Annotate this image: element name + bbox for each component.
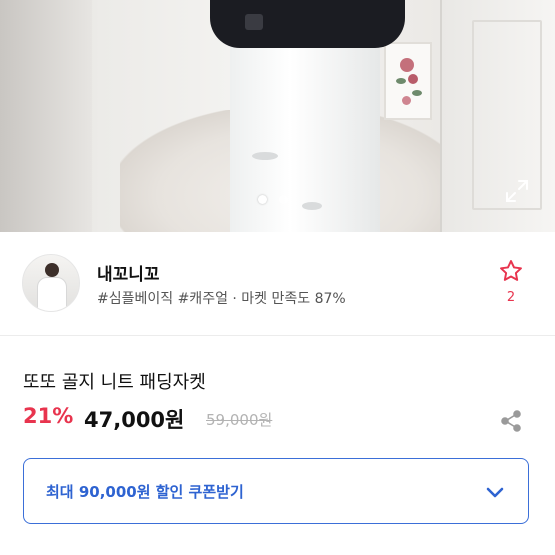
share-icon[interactable]: [498, 408, 524, 434]
photo-background: [0, 0, 92, 232]
chevron-down-icon: [482, 479, 508, 505]
wish-count: 2: [506, 290, 516, 305]
carousel-dot[interactable]: [279, 195, 288, 204]
photo-jacket-detail: [245, 14, 263, 30]
carousel-dot-active[interactable]: [258, 195, 267, 204]
expand-icon[interactable]: [504, 178, 530, 204]
seller-info[interactable]: 내꼬니꼬 #심플베이직 #캐주얼 · 마켓 만족도 87% 2: [0, 232, 555, 336]
carousel-indicator: [258, 195, 288, 204]
photo-wall-frame: [384, 42, 432, 120]
seller-tags: #심플베이직 #캐주얼 · 마켓 만족도 87%: [97, 291, 346, 307]
coupon-button[interactable]: 최대 90,000원 할인 쿠폰받기: [23, 458, 529, 524]
sale-price: 47,000원: [84, 408, 185, 432]
seller-avatar[interactable]: [22, 254, 80, 312]
product-image-carousel[interactable]: [0, 0, 555, 232]
seller-name[interactable]: 내꼬니꼬: [97, 260, 160, 285]
photo-black-jacket: [210, 0, 405, 48]
photo-white-jeans: [230, 42, 380, 232]
star-outline-icon: [500, 260, 522, 281]
product-title: 또또 골지 니트 패딩자켓: [23, 372, 206, 393]
discount-rate: 21%: [23, 404, 74, 428]
wish-button[interactable]: 2: [495, 258, 527, 305]
original-price: 59,000원: [206, 411, 273, 429]
coupon-label: 최대 90,000원 할인 쿠폰받기: [46, 483, 244, 501]
